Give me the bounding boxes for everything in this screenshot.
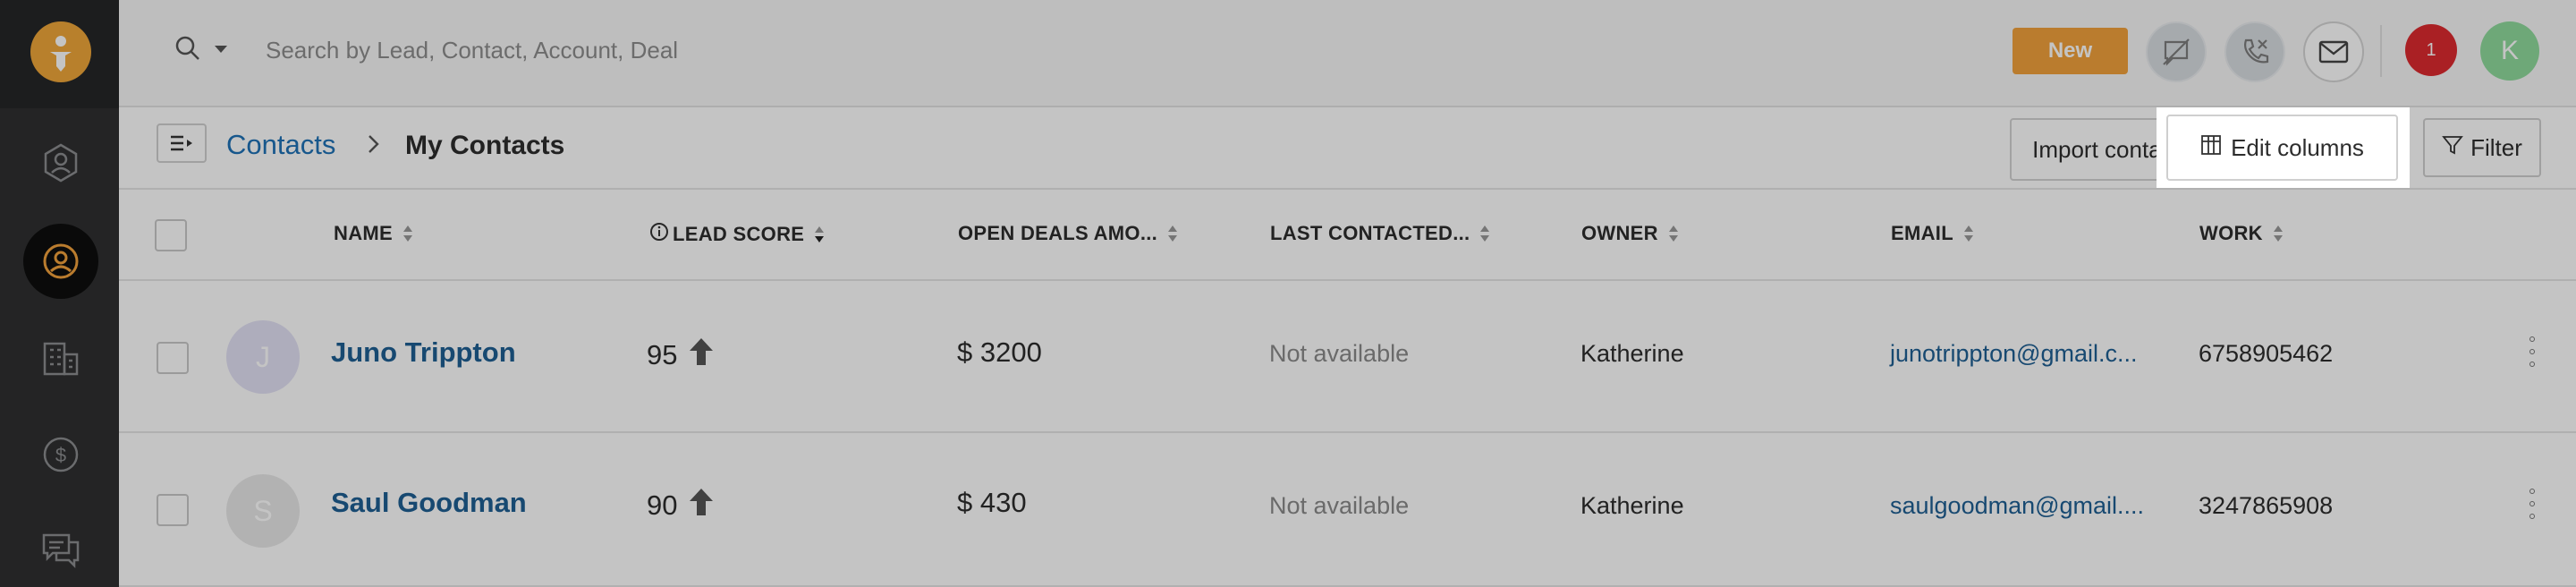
column-header-name[interactable]: NAME bbox=[334, 222, 414, 245]
view-menu-toggle[interactable] bbox=[157, 123, 207, 163]
last-contacted: Not available bbox=[1269, 492, 1410, 519]
filter-icon bbox=[2442, 134, 2463, 162]
column-header-last-contacted[interactable]: LAST CONTACTED... bbox=[1270, 222, 1491, 245]
column-header-owner[interactable]: OWNER bbox=[1581, 222, 1680, 245]
open-deals-amount: $ 3200 bbox=[957, 336, 1042, 368]
table-header: NAME LEAD SCORE OPEN DEALS AMO... LAST C… bbox=[119, 190, 2576, 281]
chevron-right-icon bbox=[360, 129, 387, 159]
dollar-icon[interactable]: $ bbox=[23, 417, 98, 492]
sort-icon bbox=[2272, 224, 2284, 243]
contacts-logo-icon[interactable] bbox=[30, 21, 91, 82]
filter-button[interactable]: Filter bbox=[2423, 118, 2541, 177]
new-button[interactable]: New bbox=[2012, 28, 2128, 74]
column-header-work[interactable]: WORK bbox=[2199, 222, 2284, 245]
more-options-icon[interactable] bbox=[2527, 489, 2538, 519]
table-row[interactable]: S Saul Goodman 90 $ 430 Not available Ka… bbox=[119, 435, 2576, 587]
info-icon bbox=[649, 222, 669, 247]
work-phone[interactable]: 3247865908 bbox=[2199, 492, 2333, 520]
sort-icon bbox=[1479, 224, 1491, 243]
table-grid-icon bbox=[2200, 134, 2222, 162]
sort-desc-icon bbox=[813, 225, 826, 244]
arrow-up-icon bbox=[688, 336, 715, 374]
phone-off-icon[interactable] bbox=[2224, 21, 2285, 82]
contact-active-icon[interactable] bbox=[23, 224, 98, 299]
column-header-open-deals[interactable]: OPEN DEALS AMO... bbox=[958, 222, 1179, 245]
contact-name-link[interactable]: Juno Trippton bbox=[331, 336, 516, 369]
last-contacted: Not available bbox=[1269, 340, 1410, 367]
user-avatar[interactable]: K bbox=[2480, 21, 2539, 81]
select-all-checkbox[interactable] bbox=[155, 219, 187, 251]
search-input[interactable] bbox=[266, 30, 1071, 70]
column-header-email[interactable]: EMAIL bbox=[1891, 222, 1975, 245]
more-options-icon[interactable] bbox=[2527, 336, 2538, 367]
left-nav-rail: $ bbox=[0, 0, 119, 587]
top-bar: New 1 K bbox=[119, 0, 2576, 107]
notification-badge[interactable]: 1 bbox=[2405, 24, 2457, 76]
open-deals-amount: $ 430 bbox=[957, 487, 1027, 518]
top-bar-divider bbox=[2380, 25, 2382, 77]
lead-score: 90 bbox=[647, 487, 715, 524]
table-row[interactable]: J Juno Trippton 95 $ 3200 Not available … bbox=[119, 281, 2576, 433]
work-phone[interactable]: 6758905462 bbox=[2199, 340, 2333, 368]
column-header-lead-score[interactable]: LEAD SCORE bbox=[649, 222, 826, 247]
sort-icon bbox=[402, 224, 414, 243]
search-scope-toggle[interactable] bbox=[174, 34, 239, 66]
row-checkbox[interactable] bbox=[157, 342, 189, 374]
contact-name-link[interactable]: Saul Goodman bbox=[331, 487, 527, 519]
owner: Katherine bbox=[1580, 492, 1684, 519]
email-link[interactable]: saulgoodman@gmail.... bbox=[1890, 492, 2144, 520]
mail-icon[interactable] bbox=[2303, 21, 2364, 82]
user-circle-icon[interactable] bbox=[23, 125, 98, 200]
sort-icon bbox=[1166, 224, 1179, 243]
edit-columns-button[interactable]: Edit columns bbox=[2166, 115, 2398, 181]
lead-score: 95 bbox=[647, 336, 715, 374]
avatar: J bbox=[226, 320, 300, 394]
svg-text:$: $ bbox=[55, 444, 66, 466]
building-icon[interactable] bbox=[23, 320, 98, 396]
chat-off-icon[interactable] bbox=[2146, 21, 2207, 82]
chevron-down-icon bbox=[214, 42, 228, 58]
arrow-up-icon bbox=[688, 487, 715, 524]
sort-icon bbox=[1962, 224, 1975, 243]
row-checkbox[interactable] bbox=[157, 494, 189, 526]
search-icon bbox=[174, 35, 201, 66]
chat-icon[interactable] bbox=[23, 512, 98, 587]
avatar: S bbox=[226, 474, 300, 548]
owner: Katherine bbox=[1580, 340, 1684, 367]
sort-icon bbox=[1667, 224, 1680, 243]
page-title: My Contacts bbox=[405, 131, 565, 160]
breadcrumb-contacts-link[interactable]: Contacts bbox=[226, 129, 335, 161]
email-link[interactable]: junotrippton@gmail.c... bbox=[1890, 340, 2138, 368]
